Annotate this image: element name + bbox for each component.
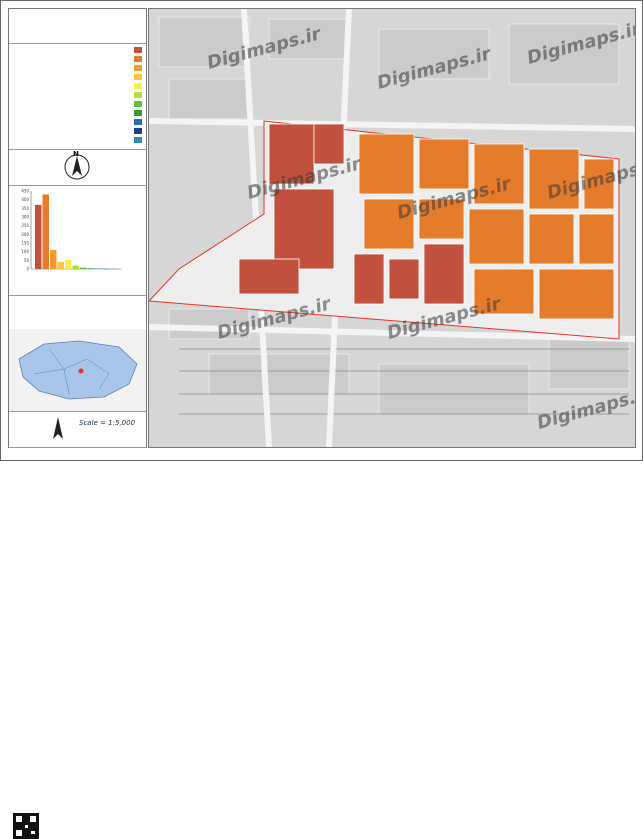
north-arrow-box: N <box>9 149 146 186</box>
y-tick-label: 450 <box>21 189 29 194</box>
y-tick-label: 250 <box>21 223 29 228</box>
legend-swatch <box>134 119 142 125</box>
y-tick-label: 150 <box>21 241 29 246</box>
legend-swatch <box>134 65 142 71</box>
chart-bar <box>65 259 72 269</box>
legend-swatch <box>134 101 142 107</box>
chart-bar <box>58 262 65 269</box>
legend-panel: N 050100150200250300350400450 Scale <box>8 8 147 448</box>
chart-bar <box>80 268 87 269</box>
legend-swatch <box>134 47 142 53</box>
copyright-footer <box>150 448 634 458</box>
legend-item <box>131 91 142 99</box>
area-info-box <box>9 295 146 330</box>
y-tick-label: 350 <box>21 206 29 211</box>
legend-item <box>131 64 142 72</box>
y-tick-label: 400 <box>21 197 29 202</box>
legend-item <box>131 55 142 63</box>
north-arrow-small-icon <box>43 415 73 445</box>
y-tick-label: 200 <box>21 232 29 237</box>
panel-footer: Scale = 1:5,000 <box>9 411 146 448</box>
legend-swatch <box>134 128 142 134</box>
chart-bar <box>35 205 42 269</box>
y-tick-label: 100 <box>21 249 29 254</box>
legend-swatch <box>134 137 142 143</box>
legend-item <box>131 100 142 108</box>
legend-item <box>131 127 142 135</box>
locator-map-graphic <box>9 329 146 411</box>
chart-bar <box>88 268 95 269</box>
area-chart-box: 0 50 100 150 200 250 300 350 400 450 <box>9 185 146 296</box>
legend-item <box>131 118 142 126</box>
y-tick-label: 300 <box>21 215 29 220</box>
legend-swatch <box>134 74 142 80</box>
locator-inset-map <box>9 329 146 412</box>
chart-bar <box>73 266 80 269</box>
map-title-box <box>9 9 146 44</box>
legend-item <box>131 46 142 54</box>
legend-item <box>131 82 142 90</box>
legend-swatch <box>134 92 142 98</box>
y-tick-label: 0 <box>26 267 29 272</box>
legend-item <box>131 136 142 144</box>
map-graphic[interactable]: Digimaps.ir Digimaps.ir Digimaps.ir Digi… <box>149 9 635 447</box>
north-label: N <box>73 150 79 158</box>
y-tick-label: 50 <box>24 258 30 263</box>
legend <box>9 43 146 150</box>
map-canvas[interactable]: Digimaps.ir Digimaps.ir Digimaps.ir Digi… <box>148 8 636 448</box>
legend-swatch <box>134 83 142 89</box>
chart-bar <box>43 194 50 269</box>
legend-item <box>131 73 142 81</box>
legend-swatch <box>134 56 142 62</box>
chart-bar <box>50 250 57 269</box>
area-bar-chart: 0 50 100 150 200 250 300 350 400 450 <box>9 185 146 277</box>
legend-item <box>131 109 142 117</box>
qr-code-icon <box>13 813 39 839</box>
scale-text: Scale = 1:5,000 <box>79 419 135 427</box>
legend-swatch <box>134 110 142 116</box>
